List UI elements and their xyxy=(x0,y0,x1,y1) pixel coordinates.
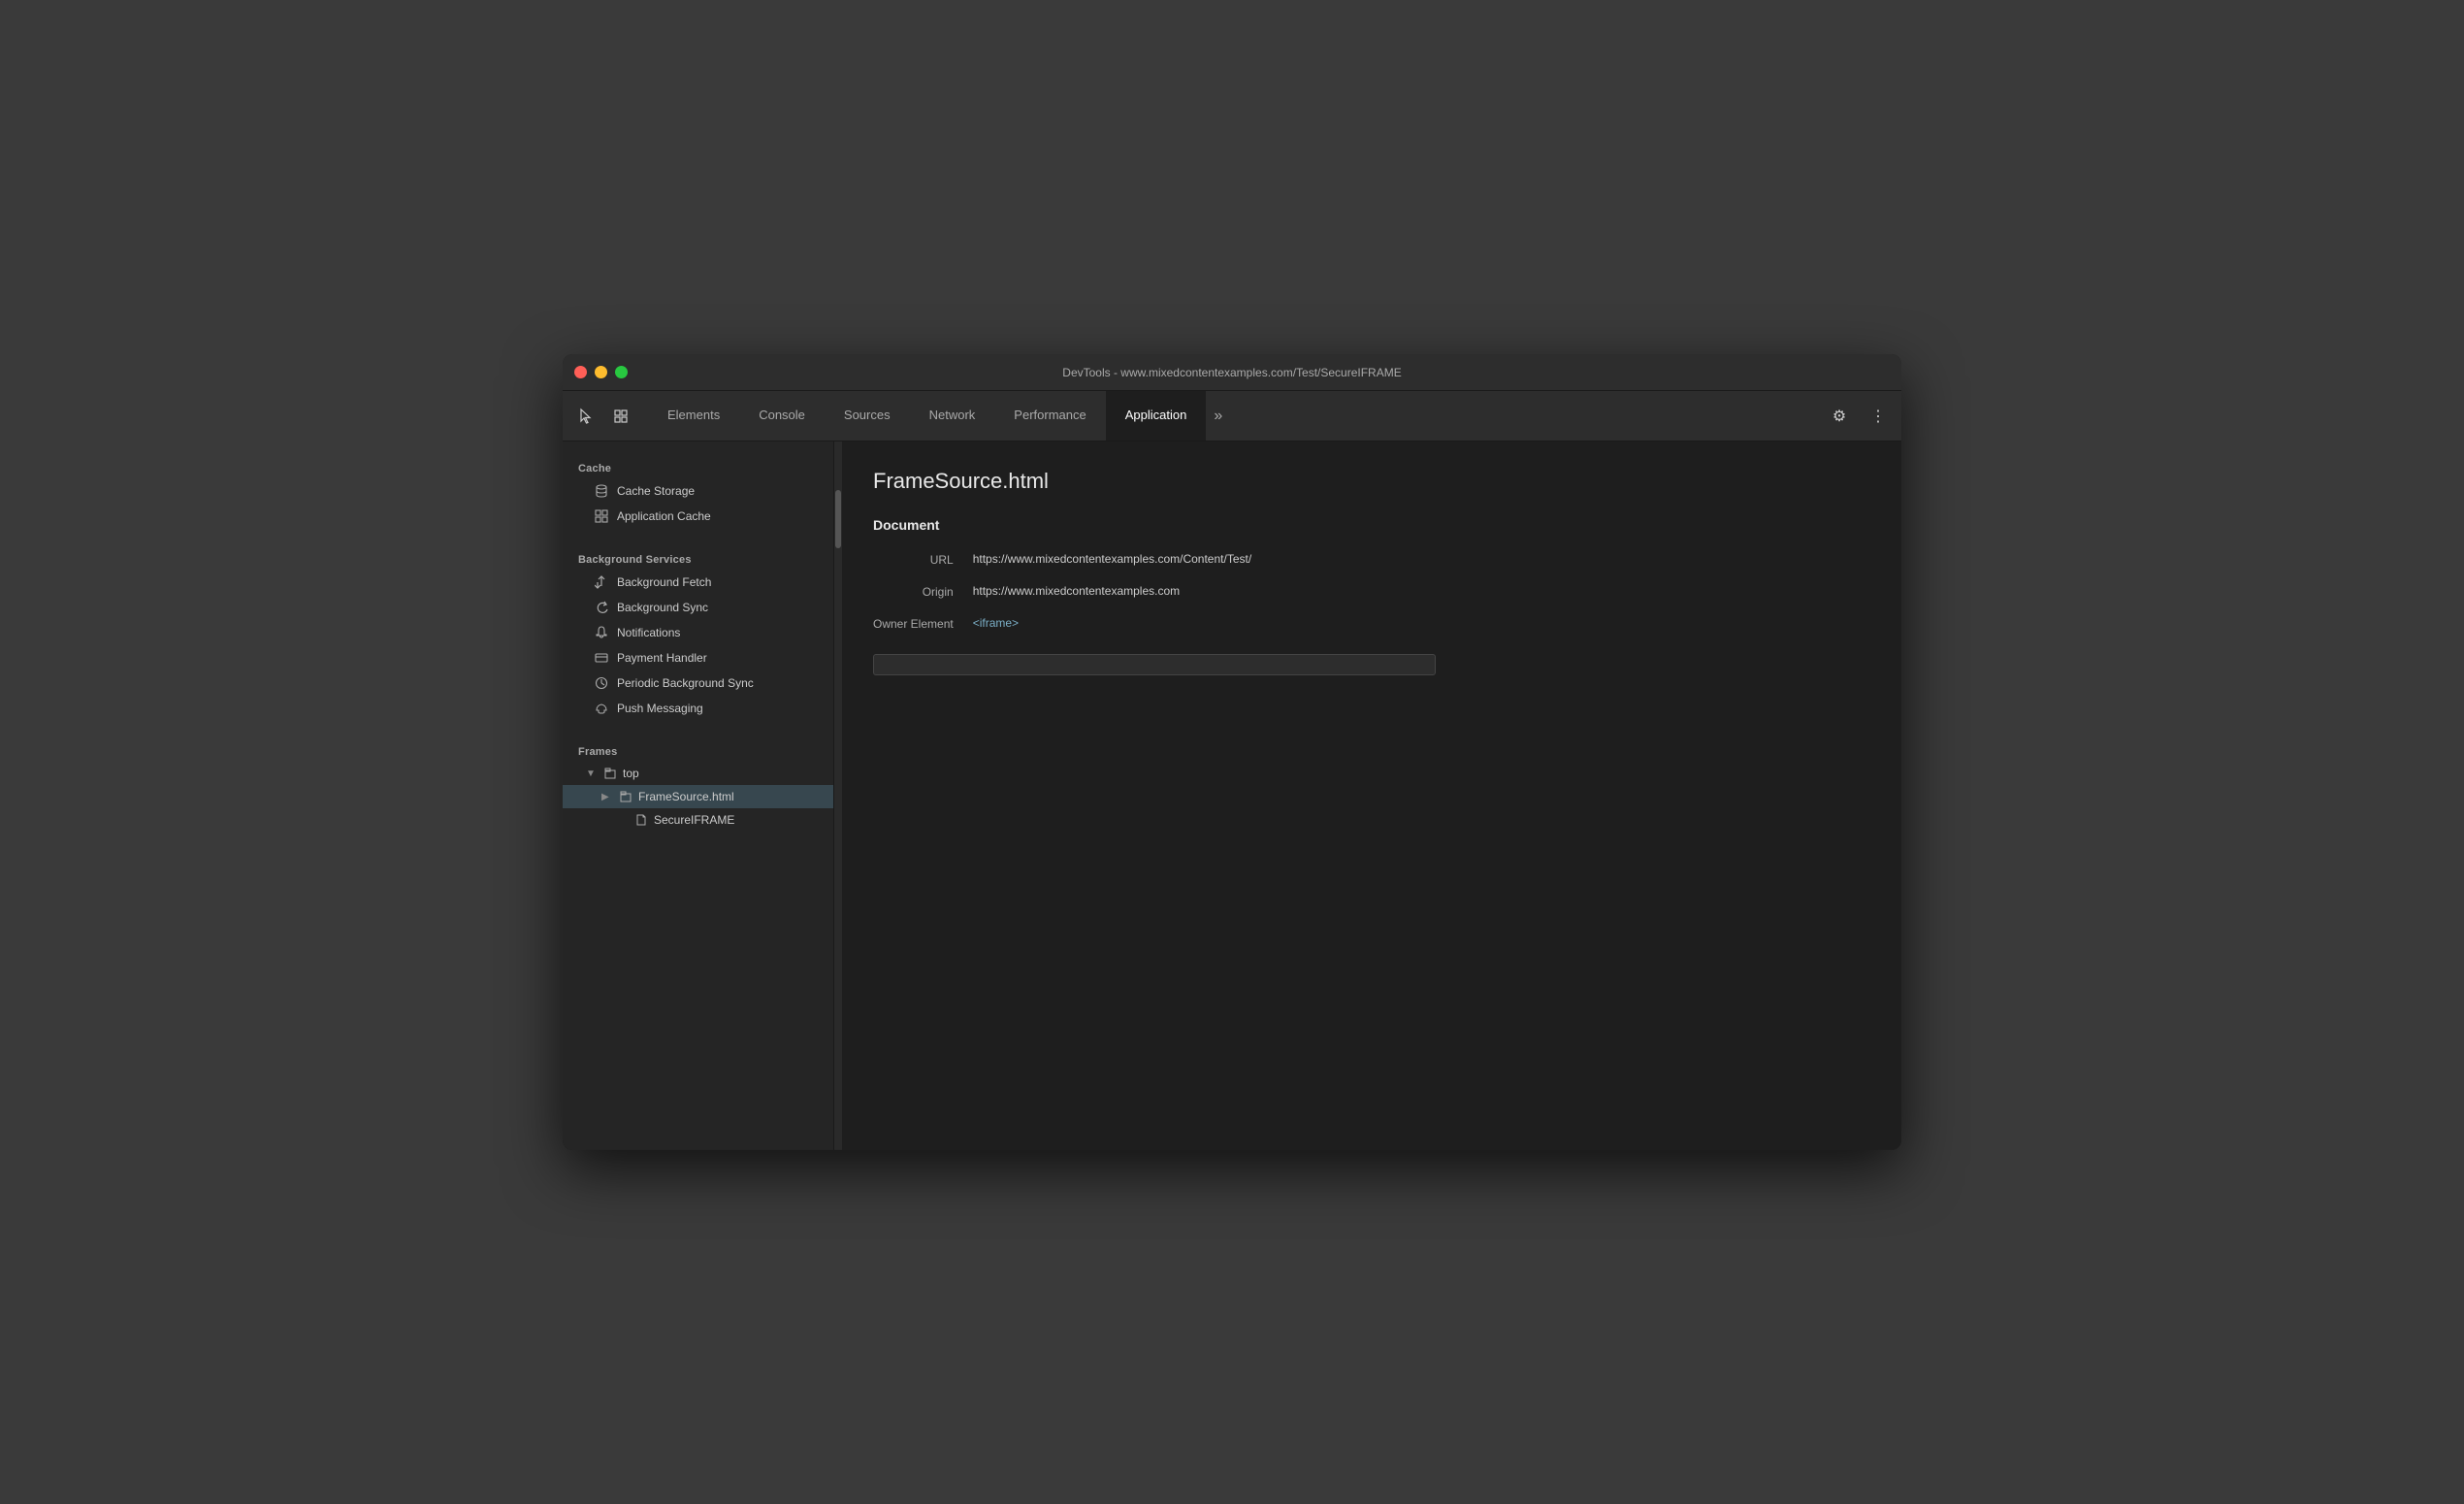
application-cache-icon xyxy=(594,508,609,524)
url-label: URL xyxy=(873,552,954,567)
background-fetch-icon xyxy=(594,574,609,590)
frames-tree-secureiframe[interactable]: SecureIFRAME xyxy=(563,808,833,832)
window-title: DevTools - www.mixedcontentexamples.com/… xyxy=(1062,366,1401,379)
sidebar-item-cache-storage[interactable]: Cache Storage xyxy=(563,478,833,504)
notifications-icon xyxy=(594,625,609,640)
owner-element-label: Owner Element xyxy=(873,616,954,631)
tab-console[interactable]: Console xyxy=(739,391,825,441)
devtools-window: DevTools - www.mixedcontentexamples.com/… xyxy=(563,354,1901,1150)
sidebar-scrollbar-thumb[interactable] xyxy=(835,490,841,548)
toolbar-right-controls: ⚙ ⋮ xyxy=(1824,401,1894,432)
sidebar-item-background-sync[interactable]: Background Sync xyxy=(563,595,833,620)
content-wrapper: FrameSource.html Document URL https://ww… xyxy=(842,441,1901,1150)
top-arrow: ▼ xyxy=(586,768,598,779)
traffic-lights xyxy=(574,366,628,378)
content-panel: FrameSource.html Document URL https://ww… xyxy=(842,441,1901,1150)
framesource-arrow: ▶ xyxy=(601,792,613,802)
origin-label: Origin xyxy=(873,584,954,599)
periodic-background-sync-icon xyxy=(594,675,609,691)
toolbar: Elements Console Sources Network Perform… xyxy=(563,391,1901,441)
application-cache-label: Application Cache xyxy=(617,509,711,523)
origin-value: https://www.mixedcontentexamples.com xyxy=(973,584,1870,599)
close-button[interactable] xyxy=(574,366,587,378)
frames-tree-framesource[interactable]: ▶ FrameSource.html xyxy=(563,785,833,808)
owner-element-value[interactable]: <iframe> xyxy=(973,616,1870,631)
filter-input[interactable] xyxy=(873,654,1436,675)
framesource-folder-icon xyxy=(619,790,632,803)
secureiframe-label: SecureIFRAME xyxy=(654,813,734,827)
section-heading: Document xyxy=(873,517,1870,533)
url-value: https://www.mixedcontentexamples.com/Con… xyxy=(973,552,1870,567)
cache-storage-label: Cache Storage xyxy=(617,484,695,498)
sidebar-section-frames: Frames xyxy=(563,736,833,762)
tab-sources[interactable]: Sources xyxy=(825,391,910,441)
sidebar-section-background-services: Background Services xyxy=(563,544,833,570)
payment-handler-icon xyxy=(594,650,609,666)
cursor-tool-button[interactable] xyxy=(570,401,601,432)
cache-storage-icon xyxy=(594,483,609,499)
filter-bar-container xyxy=(873,654,1870,675)
notifications-label: Notifications xyxy=(617,626,680,639)
title-bar: DevTools - www.mixedcontentexamples.com/… xyxy=(563,354,1901,391)
periodic-background-sync-label: Periodic Background Sync xyxy=(617,676,754,690)
frames-tree-top[interactable]: ▼ top xyxy=(563,762,833,785)
tab-application[interactable]: Application xyxy=(1106,391,1207,441)
sidebar-item-payment-handler[interactable]: Payment Handler xyxy=(563,645,833,670)
background-sync-icon xyxy=(594,600,609,615)
payment-handler-label: Payment Handler xyxy=(617,651,707,665)
sidebar-item-periodic-background-sync[interactable]: Periodic Background Sync xyxy=(563,670,833,696)
minimize-button[interactable] xyxy=(595,366,607,378)
page-title: FrameSource.html xyxy=(873,469,1870,494)
framesource-label: FrameSource.html xyxy=(638,790,734,803)
layers-tool-button[interactable] xyxy=(605,401,636,432)
tab-performance[interactable]: Performance xyxy=(994,391,1105,441)
sidebar-section-cache: Cache xyxy=(563,453,833,478)
settings-button[interactable]: ⚙ xyxy=(1824,401,1855,432)
tab-network[interactable]: Network xyxy=(910,391,995,441)
secureiframe-doc-icon xyxy=(634,813,648,827)
sidebar-item-notifications[interactable]: Notifications xyxy=(563,620,833,645)
sidebar-scrollbar[interactable] xyxy=(834,441,842,1150)
push-messaging-icon xyxy=(594,701,609,716)
sidebar: Cache Cache Storage xyxy=(563,441,834,1150)
push-messaging-label: Push Messaging xyxy=(617,702,703,715)
background-fetch-label: Background Fetch xyxy=(617,575,711,589)
background-sync-label: Background Sync xyxy=(617,601,708,614)
cursor-icon xyxy=(577,408,595,425)
sidebar-item-background-fetch[interactable]: Background Fetch xyxy=(563,570,833,595)
sidebar-item-application-cache[interactable]: Application Cache xyxy=(563,504,833,529)
maximize-button[interactable] xyxy=(615,366,628,378)
menu-button[interactable]: ⋮ xyxy=(1863,401,1894,432)
top-folder-icon xyxy=(603,767,617,780)
toolbar-tool-icons xyxy=(570,401,636,432)
main-area: Cache Cache Storage xyxy=(563,441,1901,1150)
layers-icon xyxy=(612,408,630,425)
tab-elements[interactable]: Elements xyxy=(648,391,739,441)
sidebar-item-push-messaging[interactable]: Push Messaging xyxy=(563,696,833,721)
top-frame-label: top xyxy=(623,767,639,780)
document-info-table: URL https://www.mixedcontentexamples.com… xyxy=(873,552,1870,631)
more-tabs-button[interactable]: » xyxy=(1206,391,1230,441)
main-tabs: Elements Console Sources Network Perform… xyxy=(648,391,1824,441)
